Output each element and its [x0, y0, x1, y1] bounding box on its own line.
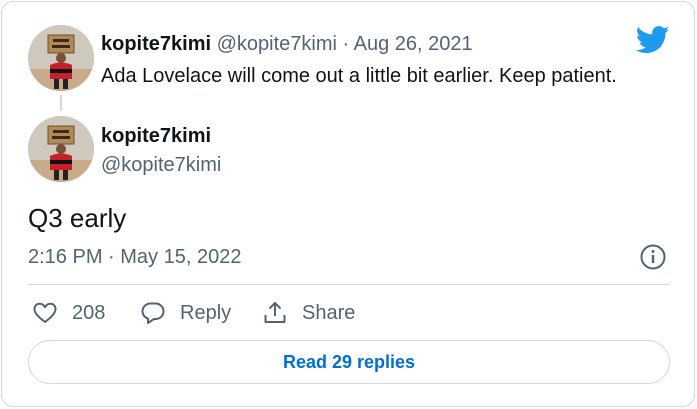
tweet-text: Q3 early: [28, 203, 127, 233]
actions-divider: [28, 284, 670, 285]
reply-button[interactable]: Reply: [140, 298, 231, 328]
share-button[interactable]: Share: [262, 298, 355, 328]
read-replies-button[interactable]: Read 29 replies: [28, 340, 670, 384]
thread-connector-line: [60, 95, 62, 111]
twitter-bird-icon[interactable]: [636, 26, 670, 54]
quoted-date[interactable]: Aug 26, 2021: [354, 33, 473, 55]
share-upload-icon: [264, 302, 286, 323]
like-button[interactable]: 208: [32, 298, 105, 328]
quoted-display-name[interactable]: kopite7kimi: [101, 33, 211, 55]
speech-bubble-icon: [141, 302, 165, 324]
dot-separator: ·: [342, 33, 350, 55]
tweet-timestamp[interactable]: 2:16 PM · May 15, 2022: [28, 245, 241, 269]
author-handle[interactable]: @kopite7kimi: [101, 153, 221, 177]
quoted-tweet-text: Ada Lovelace will come out a little bit …: [101, 65, 617, 87]
reply-label: Reply: [180, 301, 232, 324]
share-label: Share: [302, 301, 356, 324]
quoted-tweet-header: kopite7kimi @kopite7kimi · Aug 26, 2021: [101, 32, 473, 56]
author-avatar[interactable]: [28, 116, 94, 182]
embedded-tweet-card: kopite7kimi @kopite7kimi · Aug 26, 2021 …: [1, 1, 695, 407]
like-count: 208: [72, 301, 106, 324]
heart-icon: [33, 302, 57, 323]
info-icon[interactable]: [639, 243, 667, 271]
quoted-author-avatar[interactable]: [28, 25, 94, 91]
author-display-name[interactable]: kopite7kimi: [101, 124, 211, 148]
quoted-handle[interactable]: @kopite7kimi: [217, 33, 337, 55]
